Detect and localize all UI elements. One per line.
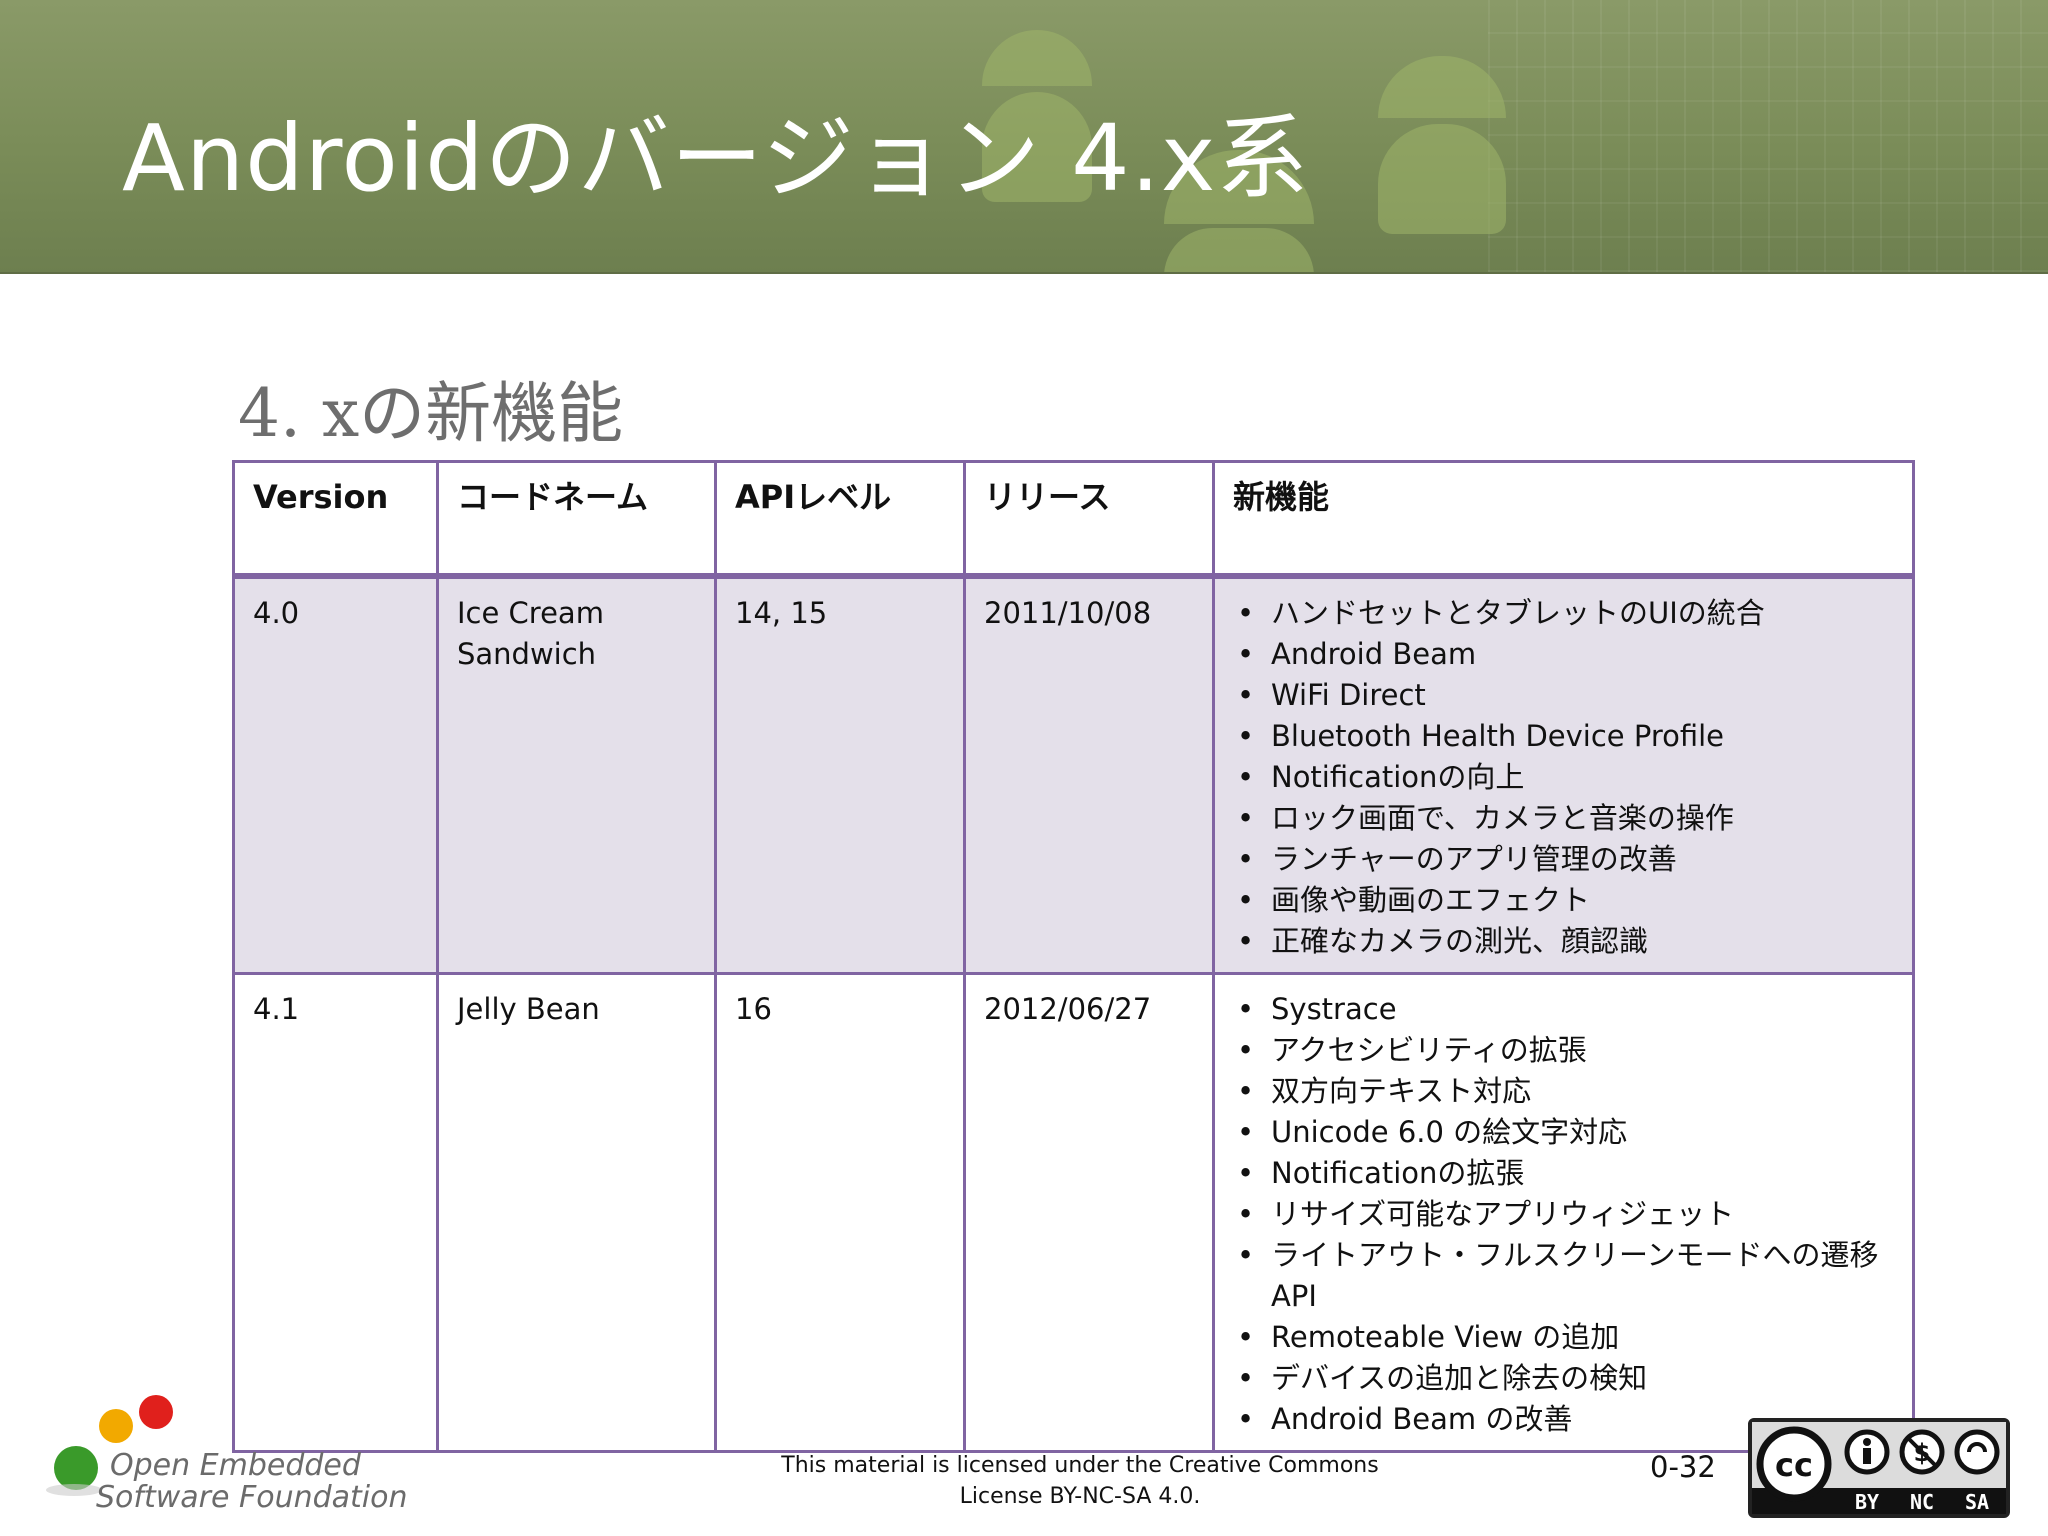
codename-cell: Jelly Bean: [436, 972, 717, 1453]
list-item: 双方向テキスト対応: [1233, 1071, 1894, 1112]
logo-line: Software Foundation: [96, 1480, 408, 1515]
license-line: This material is licensed under the Crea…: [781, 1453, 1379, 1478]
circuit-board-pattern: [1488, 0, 2048, 272]
list-item: ランチャーのアプリ管理の改善: [1233, 839, 1894, 880]
column-header: Version: [232, 460, 439, 578]
cc-sa-label: SA: [1965, 1490, 1989, 1514]
list-item: 正確なカメラの測光、顔認識: [1233, 921, 1894, 962]
list-item: Notificationの向上: [1233, 757, 1894, 798]
version-cell: 4.1: [232, 972, 439, 1453]
header-banner: Androidのバージョン 4.x系: [0, 0, 2048, 274]
cc-license-badge: cc $ BY NC SA: [1748, 1418, 2010, 1518]
features-cell: Systrace アクセシビリティの拡張 双方向テキスト対応 Unicode 6…: [1212, 972, 1915, 1453]
list-item: WiFi Direct: [1233, 675, 1894, 716]
list-item: Android Beam: [1233, 634, 1894, 675]
column-header: APIレベル: [714, 460, 966, 578]
list-item: リサイズ可能なアプリウィジェット: [1233, 1194, 1894, 1235]
api-level-cell: 16: [714, 972, 966, 1453]
list-item: 画像や動画のエフェクト: [1233, 880, 1894, 921]
list-item: ハンドセットとタブレットのUIの統合: [1233, 593, 1894, 634]
logo-line: Open Embedded: [110, 1448, 361, 1483]
version-cell: 4.0: [232, 574, 439, 975]
column-header: リリース: [963, 460, 1215, 578]
api-level-cell: 14, 15: [714, 574, 966, 975]
list-item: ライトアウト・フルスクリーンモードへの遷移API: [1233, 1235, 1894, 1317]
cc-nc-label: NC: [1910, 1490, 1934, 1514]
list-item: アクセシビリティの拡張: [1233, 1030, 1894, 1071]
release-date-cell: 2011/10/08: [963, 574, 1215, 975]
table-header-row: Version コードネーム APIレベル リリース 新機能: [232, 460, 1915, 578]
release-date-cell: 2012/06/27: [963, 972, 1215, 1453]
list-item: Notificationの拡張: [1233, 1153, 1894, 1194]
list-item: Remoteable View の追加: [1233, 1317, 1894, 1358]
android-robot-icon: [982, 30, 1092, 86]
license-notice: This material is licensed under the Crea…: [760, 1450, 1400, 1512]
feature-list: ハンドセットとタブレットのUIの統合 Android Beam WiFi Dir…: [1233, 593, 1894, 962]
cc-by-nc-sa-icon: cc $ BY NC SA: [1752, 1422, 2006, 1514]
list-item: デバイスの追加と除去の検知: [1233, 1358, 1894, 1399]
column-header: コードネーム: [436, 460, 717, 578]
table-row: 4.0 Ice Cream Sandwich 14, 15 2011/10/08…: [232, 574, 1915, 975]
feature-list: Systrace アクセシビリティの拡張 双方向テキスト対応 Unicode 6…: [1233, 989, 1894, 1440]
version-table: Version コードネーム APIレベル リリース 新機能 4.0 Ice C…: [232, 460, 1915, 1453]
list-item: Systrace: [1233, 989, 1894, 1030]
table-row: 4.1 Jelly Bean 16 2012/06/27 Systrace アク…: [232, 972, 1915, 1453]
cc-by-label: BY: [1855, 1490, 1879, 1514]
android-robot-icon: [1164, 228, 1314, 272]
codename-cell: Ice Cream Sandwich: [436, 574, 717, 975]
features-cell: ハンドセットとタブレットのUIの統合 Android Beam WiFi Dir…: [1212, 574, 1915, 975]
logo-text: Open Embedded Software Foundation: [96, 1448, 408, 1514]
list-item: Unicode 6.0 の絵文字対応: [1233, 1112, 1894, 1153]
section-subtitle: 4. xの新機能: [238, 375, 624, 452]
oesf-logo: Open Embedded Software Foundation: [40, 1390, 408, 1530]
column-header: 新機能: [1212, 460, 1915, 578]
list-item: ロック画面で、カメラと音楽の操作: [1233, 798, 1894, 839]
android-robot-icon: [1378, 124, 1506, 234]
svg-text:cc: cc: [1775, 1446, 1813, 1484]
android-robot-icon: [1378, 56, 1506, 118]
slide-title: Androidのバージョン 4.x系: [122, 105, 1310, 212]
page-number: 0-32: [1650, 1450, 1716, 1484]
list-item: Bluetooth Health Device Profile: [1233, 716, 1894, 757]
license-line: License BY-NC-SA 4.0.: [959, 1484, 1201, 1509]
